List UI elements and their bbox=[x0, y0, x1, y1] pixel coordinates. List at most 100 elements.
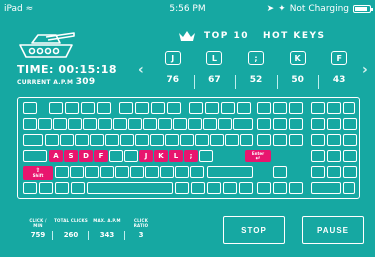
key bbox=[311, 150, 325, 162]
hotkey-item: L 67 bbox=[193, 51, 236, 93]
key bbox=[257, 118, 271, 130]
key bbox=[53, 118, 67, 130]
key bbox=[87, 182, 173, 194]
hotkeys-title: TOP 10 HOT KEYS bbox=[204, 31, 326, 41]
key bbox=[128, 118, 142, 130]
apm-value: 309 bbox=[75, 77, 96, 87]
key bbox=[23, 134, 43, 146]
key bbox=[207, 166, 253, 178]
key bbox=[23, 118, 37, 130]
key bbox=[311, 134, 325, 146]
hotkey-count: 76 bbox=[166, 75, 180, 85]
key bbox=[23, 102, 37, 114]
status-right: ➤ ✦ Not Charging bbox=[266, 0, 373, 18]
chevron-left-icon[interactable]: ‹ bbox=[138, 62, 144, 78]
tank-icon bbox=[19, 32, 75, 58]
key-d: D bbox=[79, 150, 93, 162]
key bbox=[210, 134, 224, 146]
hotkey-count: 67 bbox=[208, 75, 221, 85]
key bbox=[240, 134, 253, 146]
apm-label: CURRENT A.P.M bbox=[17, 79, 74, 86]
key bbox=[188, 118, 202, 130]
key-j: J bbox=[139, 150, 153, 162]
stat-label: CLICK RATIO bbox=[133, 218, 149, 228]
key-enter: Enter ↵ bbox=[245, 150, 271, 162]
key-k: K bbox=[154, 150, 168, 162]
key bbox=[195, 134, 209, 146]
key bbox=[289, 134, 303, 146]
key bbox=[273, 182, 287, 194]
key bbox=[120, 134, 134, 146]
key bbox=[105, 134, 119, 146]
key bbox=[49, 102, 63, 114]
key bbox=[327, 134, 341, 146]
hotkeys-header: TOP 10 HOT KEYS bbox=[178, 30, 326, 42]
key bbox=[151, 102, 165, 114]
key bbox=[218, 118, 232, 130]
key bbox=[65, 102, 79, 114]
key bbox=[175, 182, 189, 194]
key bbox=[39, 182, 53, 194]
bluetooth-icon: ✦ bbox=[278, 4, 286, 14]
key bbox=[68, 118, 82, 130]
key-f: F bbox=[94, 150, 108, 162]
key bbox=[75, 134, 89, 146]
stat-label: TOTAL CLICKS bbox=[54, 218, 88, 223]
hotkey-key: L bbox=[206, 51, 223, 65]
hotkey-key: K bbox=[289, 51, 306, 65]
key bbox=[203, 118, 217, 130]
key bbox=[239, 182, 253, 194]
key bbox=[190, 166, 204, 178]
stat-value: 260 bbox=[52, 231, 88, 240]
current-apm: CURRENT A.P.M 309 bbox=[17, 77, 95, 87]
key bbox=[327, 150, 341, 162]
key bbox=[257, 134, 271, 146]
key bbox=[98, 118, 112, 130]
key-a: A bbox=[49, 150, 63, 162]
key bbox=[38, 118, 52, 130]
key bbox=[223, 182, 237, 194]
key bbox=[175, 166, 189, 178]
charging-status: Not Charging bbox=[289, 4, 349, 14]
key bbox=[327, 166, 341, 178]
key bbox=[237, 102, 251, 114]
key bbox=[289, 102, 303, 114]
crown-icon bbox=[179, 31, 195, 41]
key bbox=[23, 182, 37, 194]
key bbox=[327, 118, 341, 130]
key-s: S bbox=[64, 150, 78, 162]
key bbox=[167, 102, 181, 114]
key bbox=[143, 118, 157, 130]
key bbox=[130, 166, 144, 178]
key bbox=[100, 166, 114, 178]
hotkey-item: K 50 bbox=[276, 51, 319, 93]
stop-button[interactable]: STOP bbox=[223, 216, 285, 244]
key bbox=[158, 118, 172, 130]
key bbox=[273, 102, 287, 114]
key bbox=[273, 134, 287, 146]
key bbox=[289, 118, 303, 130]
hotkey-count: 43 bbox=[332, 75, 346, 85]
key bbox=[225, 134, 239, 146]
chevron-right-icon[interactable]: › bbox=[362, 62, 368, 78]
battery-icon bbox=[353, 5, 373, 13]
pause-button[interactable]: PAUSE bbox=[302, 216, 364, 244]
hotkey-key: F bbox=[331, 51, 348, 65]
key bbox=[81, 102, 95, 114]
stat-value: 3 bbox=[124, 231, 156, 240]
key-semicolon: ; bbox=[184, 150, 198, 162]
key bbox=[160, 166, 174, 178]
key bbox=[85, 166, 99, 178]
key bbox=[343, 118, 357, 130]
key bbox=[289, 182, 303, 194]
hotkeys-list: J 76 L 67 ; 52 K 50 F 43 bbox=[152, 51, 360, 93]
hotkey-count: 50 bbox=[291, 75, 304, 85]
key bbox=[135, 102, 149, 114]
key bbox=[70, 166, 84, 178]
key bbox=[55, 166, 69, 178]
hotkey-item: J 76 bbox=[152, 51, 194, 93]
key bbox=[113, 118, 127, 130]
hotkey-item: ; 52 bbox=[235, 51, 277, 93]
key bbox=[60, 134, 74, 146]
location-icon: ➤ bbox=[266, 4, 275, 14]
